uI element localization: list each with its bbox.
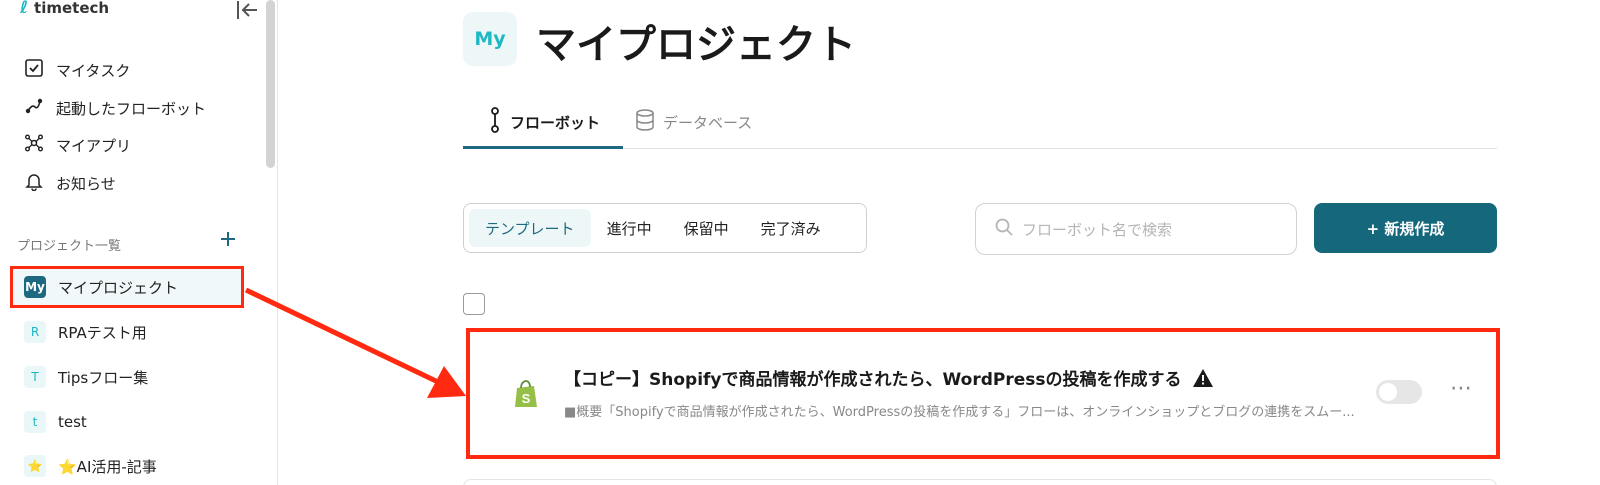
project-label: ⭐AI活用-記事 [58, 457, 157, 476]
active-tab-indicator [463, 146, 623, 149]
project-badge: ⭐ [24, 455, 46, 477]
project-badge: R [24, 321, 46, 343]
flowbot-title: 【コピー】Shopifyで商品情報が作成されたら、WordPressの投稿を作成… [564, 365, 1214, 390]
project-label: RPAテスト用 [58, 323, 147, 342]
nav-item-my-tasks[interactable]: マイタスク [24, 57, 130, 83]
page-project-badge: My [463, 12, 517, 66]
add-project-icon[interactable] [218, 229, 238, 249]
project-badge: T [24, 366, 46, 388]
apps-icon [24, 133, 44, 157]
flowbot-card[interactable]: S 【コピー】Shopifyで商品情報が作成されたら、WordPressの投稿を… [466, 328, 1500, 459]
bell-icon [24, 171, 44, 195]
page-title: マイプロジェクト [536, 22, 856, 68]
logo-mark-icon: ℓ [20, 0, 29, 18]
project-item-rpa-test[interactable]: R RPAテスト用 [24, 321, 147, 343]
sidebar-scrollbar[interactable] [266, 0, 275, 168]
project-item-test[interactable]: t test [24, 411, 87, 433]
nav-item-my-apps[interactable]: マイアプリ [24, 132, 131, 158]
flow-icon [24, 96, 44, 120]
database-icon [635, 109, 655, 135]
project-item-my-project[interactable]: My マイプロジェクト [24, 276, 178, 298]
project-badge: t [24, 411, 46, 433]
projects-section-label: プロジェクト一覧 [17, 239, 122, 254]
app-logo[interactable]: ℓ timetech [20, 0, 109, 18]
nav-item-label: 起動したフローボット [56, 99, 207, 118]
project-label: マイプロジェクト [58, 278, 179, 297]
more-options-icon[interactable]: ⋯ [1450, 376, 1474, 401]
filter-on-hold[interactable]: 保留中 [668, 209, 745, 247]
tab-label: データベース [663, 113, 753, 132]
warning-icon[interactable] [1192, 368, 1214, 388]
tab-bar: フローボット データベース [463, 95, 1497, 149]
flowbot-icon [488, 107, 502, 137]
nav-item-label: お知らせ [56, 174, 116, 193]
svg-text:S: S [522, 391, 531, 406]
collapse-sidebar-icon[interactable] [236, 0, 258, 20]
search-placeholder: フローボット名で検索 [1022, 220, 1173, 239]
next-flowbot-card[interactable] [463, 479, 1497, 485]
app-name: timetech [34, 0, 110, 17]
new-flowbot-button[interactable]: + 新規作成 [1314, 203, 1497, 253]
sidebar: ℓ timetech マイタスク 起動したフローボット マイアプリ お知らせ プ… [0, 0, 278, 485]
project-badge: My [24, 276, 46, 298]
flowbot-description: ■概要「Shopifyで商品情報が作成されたら、WordPressの投稿を作成す… [564, 405, 1355, 420]
toggle-knob [1379, 383, 1397, 401]
filter-template[interactable]: テンプレート [469, 209, 591, 247]
nav-item-label: マイアプリ [56, 136, 132, 155]
status-filter-group: テンプレート 進行中 保留中 完了済み [463, 203, 867, 253]
search-icon [994, 217, 1014, 241]
shopify-icon: S [510, 379, 542, 411]
filter-in-progress[interactable]: 進行中 [591, 209, 668, 247]
app-root: ℓ timetech マイタスク 起動したフローボット マイアプリ お知らせ プ… [0, 0, 1600, 485]
nav-item-started-flowbots[interactable]: 起動したフローボット [24, 95, 206, 121]
nav-item-label: マイタスク [56, 61, 131, 80]
flowbot-enable-toggle[interactable] [1376, 380, 1422, 404]
tab-label: フローボット [510, 113, 601, 132]
project-label: test [58, 413, 87, 431]
project-label: Tipsフロー集 [58, 368, 149, 387]
checkbox-icon [24, 58, 44, 82]
select-all-checkbox[interactable] [463, 293, 485, 315]
flowbot-title-text: 【コピー】Shopifyで商品情報が作成されたら、WordPressの投稿を作成… [564, 370, 1182, 390]
tab-database[interactable]: データベース [635, 95, 752, 149]
tab-flowbot[interactable]: フローボット [488, 95, 600, 149]
nav-item-notifications[interactable]: お知らせ [24, 170, 116, 196]
filter-completed[interactable]: 完了済み [745, 209, 837, 247]
project-item-tips[interactable]: T Tipsフロー集 [24, 366, 148, 388]
flowbot-search-input[interactable]: フローボット名で検索 [975, 203, 1297, 255]
project-item-ai-article[interactable]: ⭐ ⭐AI活用-記事 [24, 455, 157, 477]
